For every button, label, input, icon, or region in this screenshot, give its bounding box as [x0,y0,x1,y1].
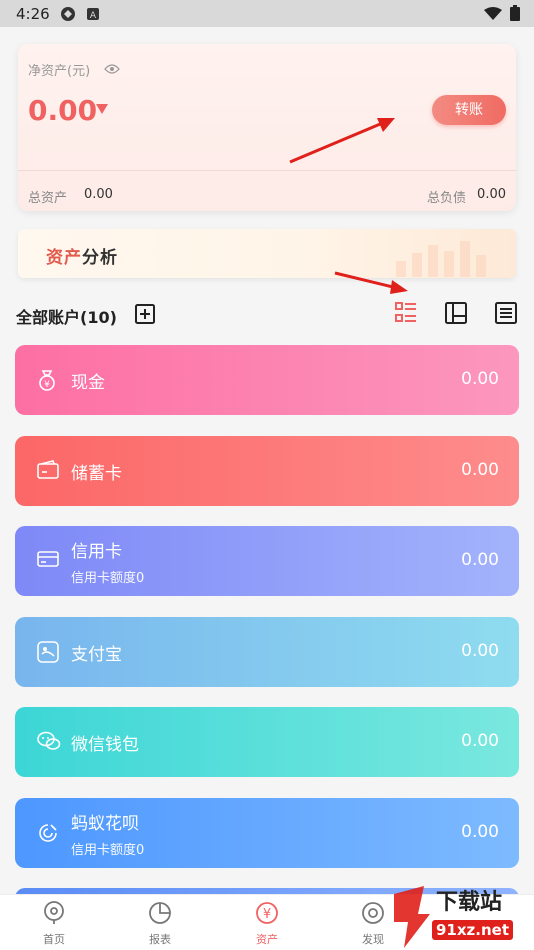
account-card-wechat[interactable]: 微信钱包 0.00 [15,707,519,777]
net-assets-label: 净资产(元) [28,64,91,79]
account-name: 现金 [71,373,105,393]
status-time: 4:26 [16,5,50,23]
net-assets-value: 0.00 [28,94,98,127]
triangle-down-icon[interactable] [96,104,108,114]
asset-analysis-banner[interactable]: 资产分析 [18,229,516,278]
yuan-icon: ¥ [255,902,279,929]
battery-icon [510,5,520,25]
wechat-icon [37,731,61,755]
svg-text:¥: ¥ [44,380,50,390]
wallet-card-icon [37,460,59,484]
watermark-logo: 下载站 91xz.net [384,884,534,950]
account-card-debit[interactable]: 储蓄卡 0.00 [15,436,519,506]
annotation-arrow [289,118,395,164]
home-icon [42,901,66,929]
account-card-credit[interactable]: 信用卡 信用卡额度0 0.00 [15,526,519,596]
watermark-text: 下载站 [436,890,503,915]
asset-summary-card: 净资产(元) 0.00 转账 总资产 0.00 总负债 0.00 [18,44,516,211]
nav-label: 资产 [256,933,278,946]
account-name: 微信钱包 [71,735,139,755]
text-notification-icon: A [86,6,100,26]
account-value: 0.00 [461,369,499,389]
discover-icon [361,902,385,929]
nav-assets[interactable]: ¥ 资产 [227,901,307,947]
nav-reports[interactable]: 报表 [120,901,200,947]
detail-view-icon[interactable] [494,301,518,329]
account-name: 蚂蚁花呗 [71,814,139,834]
account-value: 0.00 [461,460,499,480]
money-bag-icon: ¥ [37,369,57,395]
total-debt-label: 总负债 [426,191,466,206]
add-account-icon[interactable] [134,303,156,329]
analysis-title-part1: 资产 [46,248,82,268]
svg-text:¥: ¥ [263,907,271,922]
pie-chart-icon [148,902,172,929]
total-assets-value: 0.00 [84,187,113,202]
accounts-title: 全部账户(10) [16,308,117,327]
accounts-header: 全部账户(10) [16,300,520,328]
account-credit-limit: 信用卡额度0 [71,843,145,858]
credit-card-icon [37,550,59,572]
account-value: 0.00 [461,731,499,751]
total-assets-label: 总资产 [28,191,68,206]
huabei-icon [37,822,59,848]
account-credit-limit: 信用卡额度0 [71,571,145,586]
nav-home[interactable]: 首页 [14,901,94,947]
nav-label: 报表 [149,933,171,946]
account-name: 支付宝 [71,645,122,665]
analysis-title-part2: 分析 [82,248,118,268]
account-card-huabei[interactable]: 蚂蚁花呗 信用卡额度0 0.00 [15,798,519,868]
list-view-icon[interactable] [394,301,418,329]
watermark-url: 91xz.net [432,920,514,940]
status-bar: 4:26 A [0,0,534,27]
account-name: 储蓄卡 [71,464,122,484]
account-name: 信用卡 [71,542,122,562]
transfer-button[interactable]: 转账 [432,95,506,125]
account-card-cash[interactable]: ¥ 现金 0.00 [15,345,519,415]
svg-text:A: A [90,11,97,21]
card-divider [18,170,516,171]
card-view-icon[interactable] [444,301,468,329]
nav-label: 首页 [43,933,65,946]
app-notification-icon [60,6,76,26]
wifi-icon [484,6,502,25]
account-value: 0.00 [461,641,499,661]
total-debt-value: 0.00 [477,187,506,202]
alipay-icon [37,641,59,667]
account-card-alipay[interactable]: 支付宝 0.00 [15,617,519,687]
account-value: 0.00 [461,822,499,842]
eye-icon[interactable] [104,60,120,79]
analysis-title: 资产分析 [46,243,118,268]
account-value: 0.00 [461,550,499,570]
annotation-arrow [334,271,408,294]
